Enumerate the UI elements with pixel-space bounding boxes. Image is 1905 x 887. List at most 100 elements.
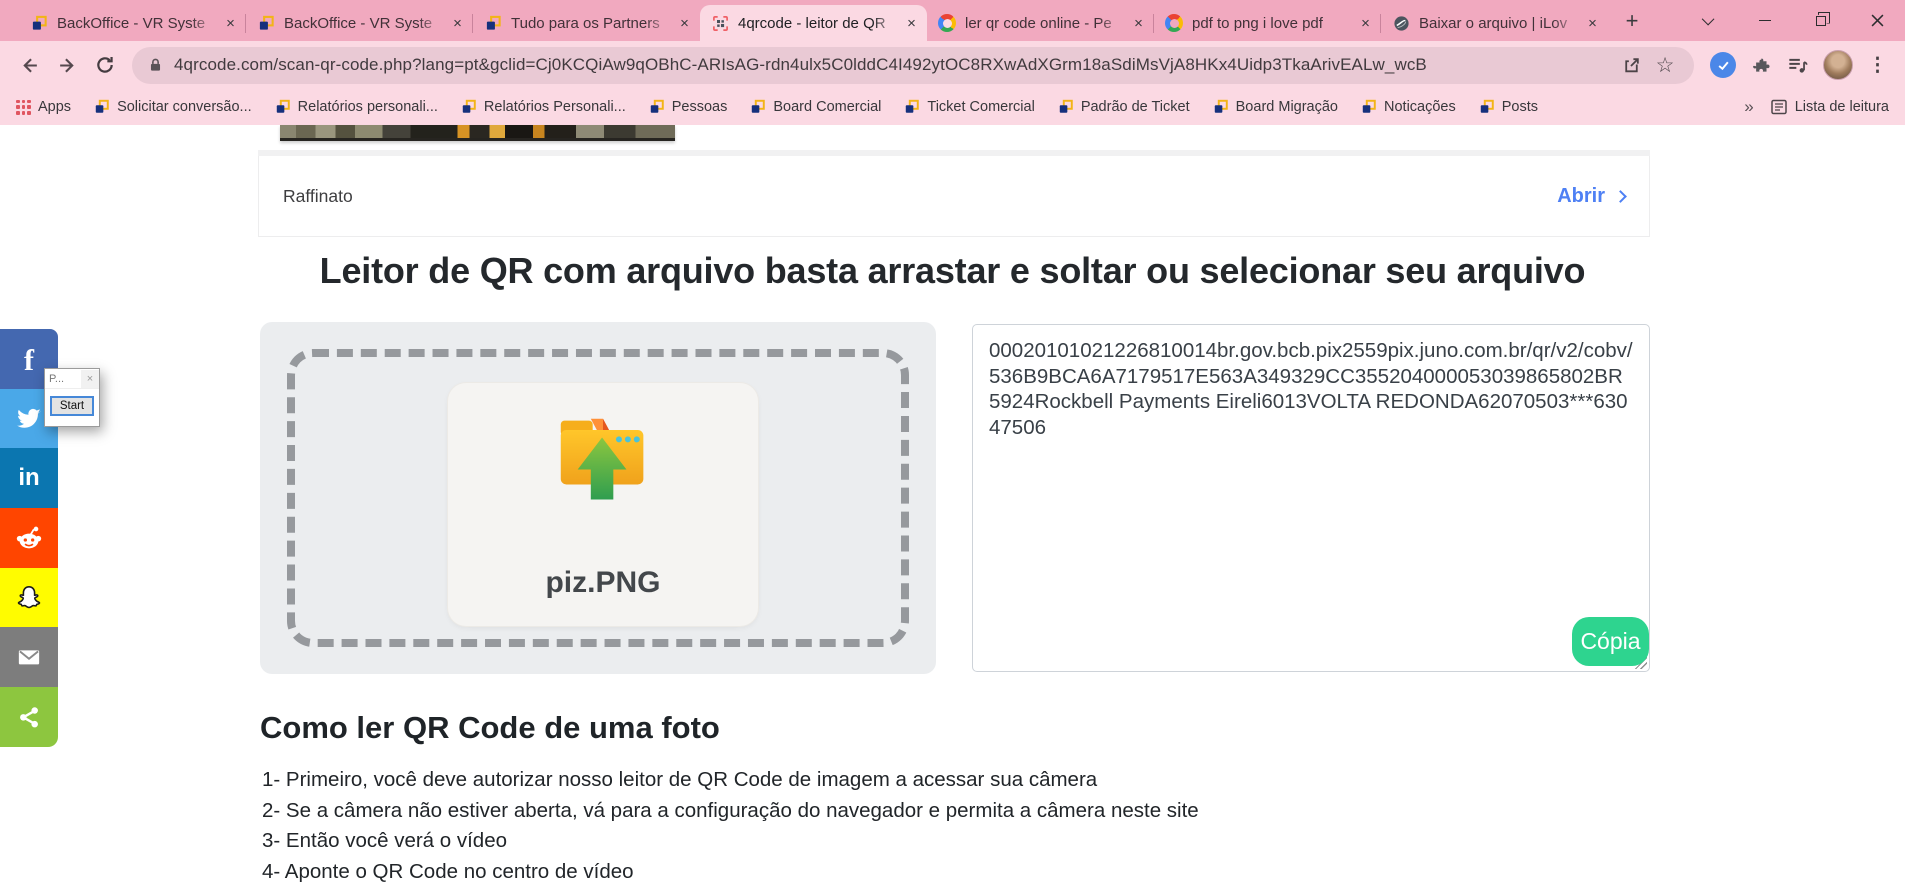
forward-button[interactable] bbox=[48, 46, 86, 84]
window-close-button[interactable] bbox=[1849, 0, 1905, 41]
snapchat-share-button[interactable] bbox=[0, 567, 58, 628]
instruction-steps: 1- Primeiro, você deve autorizar nosso l… bbox=[262, 765, 1199, 887]
bookmark-label: Relatórios personali... bbox=[297, 99, 438, 115]
tab-ler-qr-code[interactable]: ler qr code online - Pe × bbox=[927, 5, 1154, 41]
reading-list-button[interactable]: Lista de leitura bbox=[1770, 98, 1889, 116]
bookmark-solicitar-conversao[interactable]: Solicitar conversão... bbox=[94, 99, 252, 115]
minimize-button[interactable] bbox=[1737, 0, 1793, 41]
refresh-button[interactable] bbox=[86, 46, 124, 84]
decoded-result-textarea[interactable]: 00020101021226810014br.gov.bcb.pix2559pi… bbox=[972, 324, 1650, 672]
bookmark-label: Ticket Comercial bbox=[927, 99, 1035, 115]
email-share-button[interactable] bbox=[0, 627, 58, 688]
mini-dialog-window[interactable]: P... × Start bbox=[44, 368, 100, 427]
bookmark-ticket-comercial[interactable]: Ticket Comercial bbox=[904, 99, 1035, 115]
page-content: Raffinato Abrir Leitor de QR com arquivo… bbox=[0, 125, 1905, 883]
mini-dialog-titlebar: P... × bbox=[45, 369, 99, 389]
bookmarks-overflow-icon[interactable]: » bbox=[1744, 97, 1753, 117]
tab-title: 4qrcode - leitor de QR bbox=[738, 14, 886, 32]
bookmark-board-migracao[interactable]: Board Migração bbox=[1213, 99, 1338, 115]
tab-close-icon[interactable]: × bbox=[1129, 14, 1148, 33]
bookmark-posts[interactable]: Posts bbox=[1479, 99, 1538, 115]
tab-close-icon[interactable]: × bbox=[1583, 14, 1602, 33]
bookmark-favicon-icon bbox=[1362, 99, 1376, 113]
reddit-icon bbox=[16, 526, 42, 549]
step-4: 4- Aponte o QR Code no centro de vídeo bbox=[262, 859, 634, 883]
tab-close-icon[interactable]: × bbox=[448, 14, 467, 33]
bookmark-label: Pessoas bbox=[671, 99, 728, 115]
browser-toolbar: 4qrcode.com/scan-qr-code.php?lang=pt&gcl… bbox=[0, 41, 1905, 89]
bookmark-star-icon[interactable]: ☆ bbox=[1648, 48, 1682, 82]
bookmark-padrao-de-ticket[interactable]: Padrão de Ticket bbox=[1058, 99, 1190, 115]
start-button[interactable]: Start bbox=[50, 396, 94, 416]
tab-4qrcode-active[interactable]: 4qrcode - leitor de QR × bbox=[700, 5, 927, 41]
bookmark-noticacoes[interactable]: Noticações bbox=[1361, 99, 1456, 115]
tab-title: pdf to png i love pdf bbox=[1192, 14, 1323, 32]
profile-avatar[interactable] bbox=[1823, 50, 1853, 80]
upload-folder-icon bbox=[560, 418, 644, 500]
tab-tudo-partners[interactable]: Tudo para os Partners × bbox=[473, 5, 700, 41]
bookmark-label: Board Migração bbox=[1235, 99, 1338, 115]
google-favicon-icon bbox=[938, 14, 956, 32]
tab-search-chevron-icon[interactable] bbox=[1681, 0, 1737, 41]
tab-backoffice-2[interactable]: BackOffice - VR Syste × bbox=[246, 5, 473, 41]
file-name: piz.PNG bbox=[545, 566, 661, 599]
reading-list-label: Lista de leitura bbox=[1794, 99, 1889, 115]
copy-button[interactable]: Cópia bbox=[1572, 617, 1649, 666]
bookmark-relatorios-personali-2[interactable]: Relatórios Personali... bbox=[461, 99, 626, 115]
more-share-button[interactable] bbox=[0, 687, 58, 747]
file-dropzone[interactable]: piz.PNG bbox=[260, 322, 936, 674]
bookmark-favicon-icon bbox=[1059, 99, 1073, 113]
tab-baixar-arquivo[interactable]: Baixar o arquivo | iLov × bbox=[1381, 5, 1608, 41]
abrir-label: Abrir bbox=[1557, 184, 1605, 207]
tab-backoffice-1[interactable]: BackOffice - VR Syste × bbox=[19, 5, 246, 41]
google-favicon-icon bbox=[1165, 14, 1183, 32]
apps-shortcut[interactable]: Apps bbox=[16, 99, 71, 115]
partial-photo-strip bbox=[280, 125, 675, 141]
share-icon[interactable] bbox=[1614, 48, 1648, 82]
tab-title: ler qr code online - Pe bbox=[965, 14, 1112, 32]
new-tab-button[interactable]: + bbox=[1616, 6, 1648, 36]
extensions-puzzle-icon[interactable] bbox=[1751, 55, 1772, 76]
tab-close-icon[interactable]: × bbox=[902, 14, 921, 33]
raffinato-result-row: Raffinato Abrir bbox=[258, 156, 1650, 237]
check-extension-icon[interactable] bbox=[1710, 52, 1736, 78]
restore-button[interactable] bbox=[1793, 0, 1849, 41]
tabs-container: BackOffice - VR Syste × BackOffice - VR … bbox=[19, 5, 1608, 41]
tab-close-icon[interactable]: × bbox=[221, 14, 240, 33]
mini-dialog-title: P... bbox=[49, 372, 65, 385]
result-title: Raffinato bbox=[283, 185, 353, 206]
bookmark-label: Padrão de Ticket bbox=[1080, 99, 1190, 115]
facebook-icon: f bbox=[24, 343, 34, 377]
bookmark-label: Noticações bbox=[1384, 99, 1456, 115]
page-title: Leitor de QR com arquivo basta arrastar … bbox=[319, 250, 1586, 291]
tab-pdf-to-png[interactable]: pdf to png i love pdf × bbox=[1154, 5, 1381, 41]
reddit-share-button[interactable] bbox=[0, 508, 58, 568]
uploaded-file-card[interactable]: piz.PNG bbox=[448, 383, 758, 626]
twitter-icon bbox=[17, 408, 41, 428]
bookmark-favicon-icon bbox=[462, 99, 476, 113]
close-icon[interactable]: × bbox=[81, 369, 99, 388]
kebab-menu-icon[interactable]: ⋮ bbox=[1868, 54, 1887, 77]
bookmarks-right-group: » Lista de leitura bbox=[1744, 97, 1889, 117]
linkedin-share-button[interactable]: in bbox=[0, 448, 58, 509]
bookmark-board-comercial[interactable]: Board Comercial bbox=[750, 99, 881, 115]
media-playlist-icon[interactable] bbox=[1787, 55, 1808, 76]
how-to-title: Como ler QR Code de uma foto bbox=[260, 710, 720, 745]
chevron-right-icon bbox=[1614, 190, 1627, 203]
bookmark-relatorios-personali-1[interactable]: Relatórios personali... bbox=[275, 99, 438, 115]
tab-close-icon[interactable]: × bbox=[675, 14, 694, 33]
back-button[interactable] bbox=[10, 46, 48, 84]
url-text[interactable]: 4qrcode.com/scan-qr-code.php?lang=pt&gcl… bbox=[174, 55, 1614, 75]
abrir-link[interactable]: Abrir bbox=[1557, 184, 1627, 208]
toolbar-right-icons: ⋮ bbox=[1702, 50, 1893, 80]
bookmark-favicon-icon bbox=[276, 99, 290, 113]
lock-icon[interactable] bbox=[147, 56, 164, 74]
bookmark-pessoas[interactable]: Pessoas bbox=[649, 99, 728, 115]
tab-title: BackOffice - VR Syste bbox=[57, 14, 206, 32]
bookmark-favicon-icon bbox=[752, 99, 766, 113]
bookmark-label: Apps bbox=[38, 99, 72, 115]
ilovepdf-favicon-icon bbox=[1392, 14, 1410, 32]
address-bar[interactable]: 4qrcode.com/scan-qr-code.php?lang=pt&gcl… bbox=[132, 46, 1694, 84]
tab-close-icon[interactable]: × bbox=[1356, 14, 1375, 33]
email-icon bbox=[18, 650, 40, 665]
